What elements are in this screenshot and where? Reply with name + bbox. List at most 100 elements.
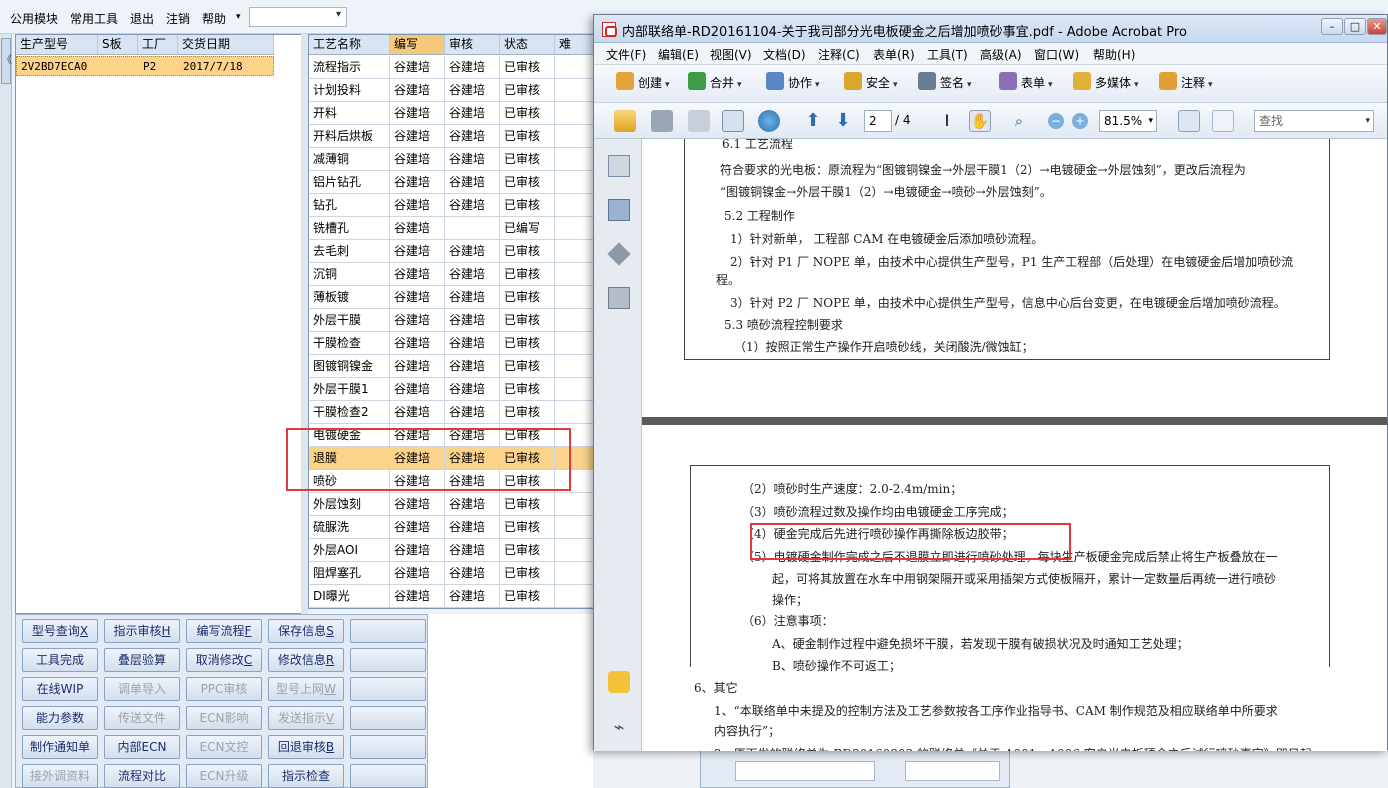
process-name-cell[interactable]: 沉铜 [309,263,390,286]
process-name-cell[interactable]: 硫脲洗 [309,516,390,539]
bookmarks-icon[interactable] [608,199,630,221]
pages-icon[interactable] [608,155,630,177]
process-cell[interactable]: 已审核 [500,378,555,401]
col-difficulty[interactable]: 难 [555,35,595,55]
process-cell[interactable]: 谷建培 [390,539,445,562]
process-cell[interactable]: 已审核 [500,401,555,424]
empty-button[interactable] [350,706,426,730]
process-cell[interactable]: 谷建培 [445,493,500,516]
col-reviewer[interactable]: 审核 [445,35,500,55]
process-name-cell[interactable]: 减薄铜 [309,148,390,171]
prev-page-icon[interactable]: ⬆ [802,110,824,132]
action-button[interactable]: 接外调资料 [22,764,98,788]
process-cell[interactable]: 已审核 [500,493,555,516]
process-cell[interactable]: 谷建培 [445,539,500,562]
action-button[interactable]: 流程对比 [104,764,180,788]
process-cell[interactable]: 谷建培 [390,148,445,171]
minimize-button[interactable]: – [1321,18,1343,35]
task-button[interactable]: 协作 ▾ [766,72,820,91]
col-model[interactable]: 生产型号 [16,35,98,55]
page-number-input[interactable]: 2 [864,110,892,132]
process-cell[interactable]: 谷建培 [445,194,500,217]
acrobat-menu-item[interactable]: 编辑(E) [658,46,699,63]
task-button[interactable]: 签名 ▾ [918,72,972,91]
task-button[interactable]: 注释 ▾ [1159,72,1213,91]
splitter[interactable] [301,34,308,614]
process-cell[interactable]: 谷建培 [390,79,445,102]
process-cell[interactable]: 谷建培 [390,378,445,401]
process-cell[interactable] [555,355,595,378]
process-name-cell[interactable]: 图镀铜镍金 [309,355,390,378]
process-cell[interactable]: 已审核 [500,585,555,608]
zoom-level-input[interactable]: 81.5% ▾ [1099,110,1157,132]
acrobat-menu-item[interactable]: 文件(F) [606,46,646,63]
empty-button[interactable] [350,648,426,672]
process-cell[interactable]: 谷建培 [390,217,445,240]
zoom-out-icon[interactable]: − [1048,113,1064,129]
process-cell[interactable]: 已审核 [500,309,555,332]
process-cell[interactable]: 已审核 [500,516,555,539]
process-name-cell[interactable]: DI曝光 [309,585,390,608]
action-button[interactable]: 型号上网W [268,677,344,701]
process-cell[interactable]: 谷建培 [390,194,445,217]
document-view[interactable]: 6.1 工艺流程 符合要求的光电板：原流程为“图镀铜镍金→外层干膜1（2）→电镀硬… [642,139,1387,751]
table-row[interactable]: 2V2BD7ECA0 P2 2017/7/18 [16,56,274,76]
menu-exit[interactable]: 退出 [130,10,154,27]
acrobat-menu-item[interactable]: 高级(A) [980,46,1022,63]
collapse-toggle-button[interactable]: 《 [1,38,12,84]
col-s-board[interactable]: S板 [98,35,138,55]
task-button[interactable]: 安全 ▾ [844,72,898,91]
acrobat-menu-item[interactable]: 表单(R) [873,46,915,63]
signatures-icon[interactable] [608,287,630,309]
col-delivery-date[interactable]: 交货日期 [178,35,274,55]
find-caret-icon[interactable]: ▾ [1365,111,1370,131]
task-button[interactable]: 表单 ▾ [999,72,1053,91]
action-button[interactable]: 发送指示V [268,706,344,730]
action-button[interactable]: 能力参数 [22,706,98,730]
process-name-cell[interactable]: 外层蚀刻 [309,493,390,516]
process-cell[interactable] [555,585,595,608]
action-button[interactable]: 修改信息R [268,648,344,672]
acrobat-menu-item[interactable]: 文档(D) [763,46,806,63]
process-cell[interactable]: 谷建培 [390,585,445,608]
process-name-cell[interactable]: 外层干膜 [309,309,390,332]
find-input[interactable]: 查找 ▾ [1254,110,1374,132]
process-cell[interactable]: 谷建培 [390,125,445,148]
process-cell[interactable] [555,539,595,562]
empty-button[interactable] [350,619,426,643]
process-cell[interactable] [555,194,595,217]
fit-page-icon[interactable] [1212,110,1234,132]
process-cell[interactable]: 谷建培 [390,309,445,332]
close-button[interactable]: ✕ [1367,18,1387,35]
process-name-cell[interactable]: 干膜检查2 [309,401,390,424]
action-button[interactable]: 传送文件 [104,706,180,730]
web-icon[interactable] [758,110,780,132]
process-cell[interactable] [555,56,595,79]
process-cell[interactable]: 已审核 [500,240,555,263]
process-cell[interactable] [555,332,595,355]
process-cell[interactable] [555,309,595,332]
task-button[interactable]: 多媒体 ▾ [1073,72,1139,91]
process-name-cell[interactable]: 铣槽孔 [309,217,390,240]
hand-tool-icon[interactable]: ✋ [969,110,991,132]
process-cell[interactable]: 谷建培 [390,102,445,125]
process-cell[interactable]: 谷建培 [445,102,500,125]
zoom-caret-icon[interactable]: ▾ [1148,111,1153,131]
process-name-cell[interactable]: 阻焊塞孔 [309,562,390,585]
email-icon[interactable] [722,110,744,132]
process-cell[interactable]: 谷建培 [390,355,445,378]
empty-button[interactable] [350,735,426,759]
process-cell[interactable]: 已编写 [500,217,555,240]
process-cell[interactable]: 谷建培 [445,286,500,309]
action-button[interactable]: 调单导入 [104,677,180,701]
process-cell[interactable] [555,286,595,309]
action-button[interactable]: 内部ECN [104,735,180,759]
process-cell[interactable] [555,148,595,171]
process-cell[interactable]: 谷建培 [445,562,500,585]
hidden-dropdown[interactable] [735,761,875,781]
process-cell[interactable] [555,562,595,585]
action-button[interactable]: 型号查询X [22,619,98,643]
task-button[interactable]: 创建 ▾ [616,72,670,91]
acrobat-menu-item[interactable]: 注释(C) [818,46,860,63]
process-cell[interactable]: 谷建培 [445,516,500,539]
